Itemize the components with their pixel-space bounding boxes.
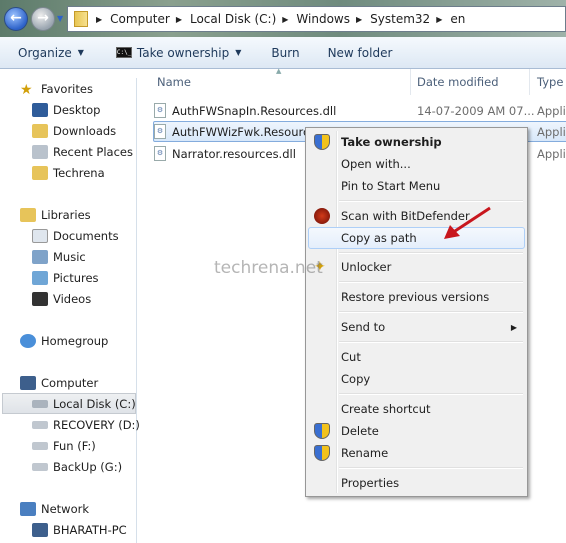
pictures-icon bbox=[32, 270, 48, 285]
uac-shield-icon bbox=[314, 134, 330, 150]
drive-icon bbox=[32, 462, 48, 471]
libraries-icon bbox=[20, 207, 36, 222]
sidebar-item-local-disk-c[interactable]: Local Disk (C:) bbox=[2, 393, 136, 414]
desktop-icon bbox=[32, 102, 48, 117]
folder-icon bbox=[74, 11, 88, 27]
menu-take-ownership[interactable]: Take ownership bbox=[308, 131, 525, 153]
take-ownership-button[interactable]: C:\_ Take ownership ▼ bbox=[115, 46, 242, 60]
sidebar-favorites[interactable]: ★ Favorites bbox=[0, 78, 136, 99]
downloads-icon bbox=[32, 123, 48, 138]
menu-send-to[interactable]: Send to ▶ bbox=[308, 316, 525, 338]
red-arrow-annotation bbox=[444, 206, 491, 239]
watermark: techrena.net bbox=[214, 258, 323, 278]
sidebar-item-videos[interactable]: Videos bbox=[0, 288, 136, 309]
sort-up-icon: ▲ bbox=[276, 67, 282, 75]
computer-icon bbox=[20, 375, 36, 390]
arrow-right-icon: → bbox=[37, 10, 49, 26]
computer-icon bbox=[32, 522, 48, 537]
videos-icon bbox=[32, 291, 48, 306]
dll-file-icon: ⚙ bbox=[154, 124, 166, 139]
chevron-down-icon: ▼ bbox=[77, 48, 84, 57]
forward-button[interactable]: → bbox=[31, 7, 55, 31]
uac-shield-icon bbox=[314, 445, 330, 461]
arrow-left-icon: ← bbox=[10, 10, 22, 26]
menu-cut[interactable]: Cut bbox=[308, 346, 525, 368]
sidebar-item-documents[interactable]: Documents bbox=[0, 225, 136, 246]
chevron-down-icon: ▼ bbox=[235, 48, 242, 57]
new-folder-button[interactable]: New folder bbox=[328, 46, 393, 60]
network-icon bbox=[20, 501, 36, 516]
column-name[interactable]: Name bbox=[157, 75, 191, 89]
separator bbox=[308, 308, 525, 316]
uac-shield-icon bbox=[314, 423, 330, 439]
separator bbox=[308, 338, 525, 346]
sidebar-item-downloads[interactable]: Downloads bbox=[0, 120, 136, 141]
sidebar-item-music[interactable]: Music bbox=[0, 246, 136, 267]
folder-icon bbox=[32, 165, 48, 180]
column-header: ▲ Name Date modified Type bbox=[138, 67, 566, 95]
menu-rename[interactable]: Rename bbox=[308, 442, 525, 464]
sidebar-computer[interactable]: Computer bbox=[0, 372, 136, 393]
organize-button[interactable]: Organize ▼ bbox=[18, 46, 84, 60]
address-bar[interactable]: ▶ Computer ▶ Local Disk (C:) ▶ Windows ▶ Sys… bbox=[67, 6, 566, 32]
drive-icon bbox=[32, 441, 48, 450]
sidebar-item-recent-places[interactable]: Recent Places bbox=[0, 141, 136, 162]
cmd-icon: C:\_ bbox=[115, 47, 132, 58]
homegroup-icon bbox=[20, 333, 36, 348]
separator bbox=[308, 249, 525, 256]
menu-copy[interactable]: Copy bbox=[308, 368, 525, 390]
drive-icon bbox=[32, 399, 48, 408]
title-bar: ← → ▼ ▶ Computer ▶ Local Disk (C:) ▶ Window… bbox=[0, 0, 566, 37]
recent-places-icon bbox=[32, 144, 48, 159]
burn-button[interactable]: Burn bbox=[271, 46, 299, 60]
sidebar-network[interactable]: Network bbox=[0, 498, 136, 519]
breadcrumb-local-disk[interactable]: ▶ Local Disk (C:) bbox=[176, 12, 276, 26]
dll-file-icon: ⚙ bbox=[154, 146, 166, 161]
sidebar-item-fun-f[interactable]: Fun (F:) bbox=[0, 435, 136, 456]
sidebar-item-techrena[interactable]: Techrena bbox=[0, 162, 136, 183]
menu-restore-previous-versions[interactable]: Restore previous versions bbox=[308, 286, 525, 308]
context-menu: Take ownership Open with... Pin to Start… bbox=[305, 127, 528, 497]
sidebar-item-bharath-pc[interactable]: BHARATH-PC bbox=[0, 519, 136, 540]
menu-open-with[interactable]: Open with... bbox=[308, 153, 525, 175]
menu-unlocker[interactable]: ✦ Unlocker bbox=[308, 256, 525, 278]
sidebar-item-pictures[interactable]: Pictures bbox=[0, 267, 136, 288]
menu-properties[interactable]: Properties bbox=[308, 472, 525, 494]
breadcrumb-computer[interactable]: ▶ Computer bbox=[96, 12, 170, 26]
breadcrumb-windows[interactable]: ▶ Windows bbox=[282, 12, 350, 26]
dll-file-icon: ⚙ bbox=[154, 103, 166, 118]
column-type[interactable]: Type bbox=[537, 75, 563, 89]
separator bbox=[308, 197, 525, 205]
menu-create-shortcut[interactable]: Create shortcut bbox=[308, 398, 525, 420]
breadcrumb-system32[interactable]: ▶ System32 bbox=[356, 12, 430, 26]
sidebar-libraries[interactable]: Libraries bbox=[0, 204, 136, 225]
navigation-pane: ★ Favorites Desktop Downloads Recent Plac… bbox=[0, 78, 140, 543]
separator bbox=[308, 390, 525, 398]
column-date-modified[interactable]: Date modified bbox=[417, 75, 499, 89]
sidebar-item-backup-g[interactable]: BackUp (G:) bbox=[0, 456, 136, 477]
sidebar-homegroup[interactable]: Homegroup bbox=[0, 330, 136, 351]
file-row[interactable]: ⚙ AuthFWSnapIn.Resources.dll 14-07-2009 AM… bbox=[154, 100, 566, 121]
music-icon bbox=[32, 249, 48, 264]
documents-icon bbox=[32, 228, 48, 243]
breadcrumb-en[interactable]: ▶ en bbox=[436, 12, 465, 26]
bitdefender-icon bbox=[314, 208, 330, 224]
sidebar-item-desktop[interactable]: Desktop bbox=[0, 99, 136, 120]
drive-icon bbox=[32, 420, 48, 429]
separator bbox=[308, 464, 525, 472]
separator bbox=[308, 278, 525, 286]
history-dropdown-icon[interactable]: ▼ bbox=[57, 14, 63, 23]
sidebar-item-recovery-d[interactable]: RECOVERY (D:) bbox=[0, 414, 140, 435]
command-bar: Organize ▼ C:\_ Take ownership ▼ Burn New f… bbox=[0, 37, 566, 69]
star-icon: ★ bbox=[20, 81, 33, 98]
menu-pin-to-start[interactable]: Pin to Start Menu bbox=[308, 175, 525, 197]
menu-delete[interactable]: Delete bbox=[308, 420, 525, 442]
back-button[interactable]: ← bbox=[4, 7, 28, 31]
submenu-arrow-icon: ▶ bbox=[510, 322, 517, 332]
